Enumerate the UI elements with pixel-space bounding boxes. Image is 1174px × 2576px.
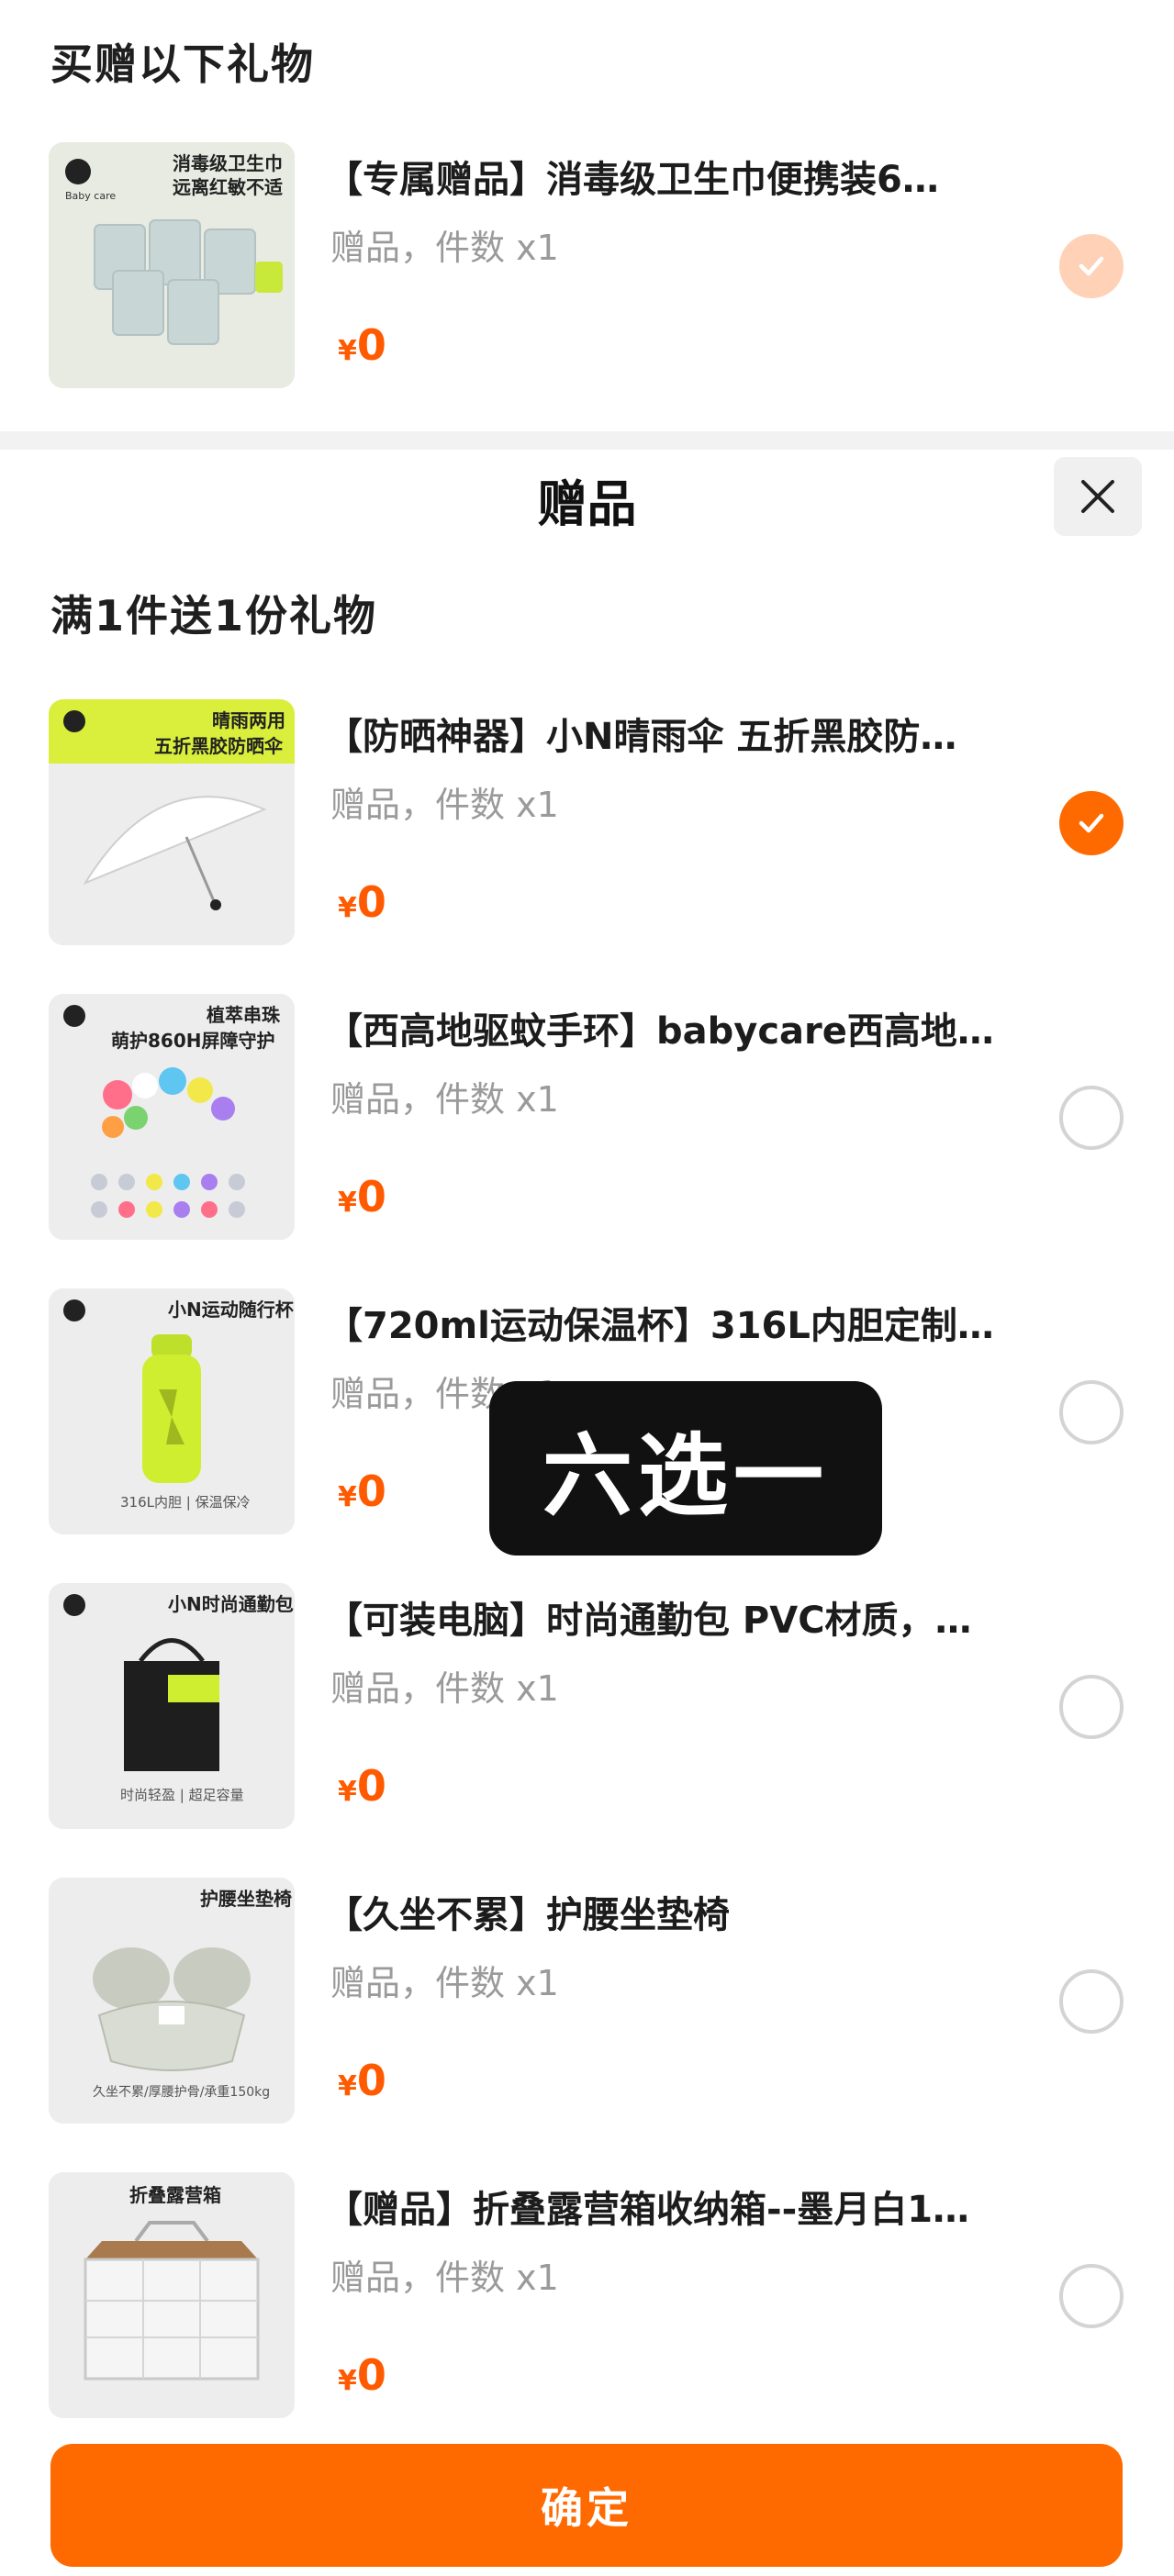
thumb-caption: 小N时尚通勤包 xyxy=(168,1593,294,1615)
selected-check-icon[interactable] xyxy=(1059,791,1124,855)
price-value: 0 xyxy=(356,2056,386,2105)
gift-meta: 赠品，件数 x1 xyxy=(330,228,559,268)
gift-title: 【防晒神器】小N晴雨伞 五折黑胶防… xyxy=(326,716,957,758)
currency-symbol: ¥ xyxy=(338,2070,357,2102)
gift-price: ¥0 xyxy=(338,877,386,927)
gift-price: ¥0 xyxy=(338,320,386,370)
gift-thumbnail: Baby care 消毒级卫生巾 远离红敏不适 xyxy=(49,142,295,388)
thumb-caption: 护腰坐垫椅 xyxy=(200,1888,292,1910)
gift-thumbnail: 折叠露营箱 xyxy=(49,2172,295,2418)
thumb-caption: 植萃串珠 xyxy=(207,1004,281,1026)
unselected-radio-icon[interactable] xyxy=(1059,1675,1124,1739)
price-value: 0 xyxy=(356,1761,386,1811)
thumb-caption: 远离红敏不适 xyxy=(173,176,283,198)
currency-symbol: ¥ xyxy=(338,1776,357,1808)
gift-title: 【久坐不累】护腰坐垫椅 xyxy=(326,1894,730,1936)
unselected-radio-icon[interactable] xyxy=(1059,1086,1124,1150)
gift-price: ¥0 xyxy=(338,1172,386,1221)
gift-price: ¥0 xyxy=(338,2056,386,2105)
gift-title: 【可装电脑】时尚通勤包 PVC材质，… xyxy=(326,1600,972,1642)
gift-option-row[interactable]: 晴雨两用 五折黑胶防晒伞 【防晒神器】小N晴雨伞 五折黑胶防… 赠品，件数 x1… xyxy=(0,699,1174,965)
thumb-caption: 消毒级卫生巾 xyxy=(173,152,283,174)
price-value: 0 xyxy=(356,1466,386,1516)
thumb-caption: 小N运动随行杯 xyxy=(168,1299,294,1321)
gift-thumbnail: 护腰坐垫椅 久坐不累/厚腰护骨/承重150kg xyxy=(49,1878,295,2124)
gift-thumbnail: 小N运动随行杯 316L内胆 | 保温保冷 xyxy=(49,1288,295,1534)
currency-symbol: ¥ xyxy=(338,892,357,924)
section-title: 买赠以下礼物 xyxy=(50,39,315,89)
price-value: 0 xyxy=(356,2350,386,2400)
currency-symbol: ¥ xyxy=(338,2365,357,2397)
currency-symbol: ¥ xyxy=(338,1481,357,1513)
gift-meta: 赠品，件数 x1 xyxy=(330,1079,559,1120)
price-value: 0 xyxy=(356,877,386,927)
section-divider xyxy=(0,431,1174,450)
choose-one-of-six-badge: 六选一 xyxy=(489,1381,882,1556)
brand-text: Baby care xyxy=(65,190,116,202)
gift-option-row[interactable]: 护腰坐垫椅 久坐不累/厚腰护骨/承重150kg 【久坐不累】护腰坐垫椅 赠品，件… xyxy=(0,1878,1174,2144)
thumb-caption: 萌护860H屏障守护 xyxy=(111,1030,275,1052)
thumb-caption: 316L内胆 | 保温保冷 xyxy=(120,1494,251,1511)
gift-thumbnail: 晴雨两用 五折黑胶防晒伞 xyxy=(49,699,295,945)
gift-meta: 赠品，件数 x1 xyxy=(330,785,559,825)
gift-selection-page: 买赠以下礼物 Baby care 消毒级卫生巾 远离红敏不适 【专属赠品】消毒级… xyxy=(0,0,1174,2576)
gift-title: 【赠品】折叠露营箱收纳箱--墨月白1… xyxy=(326,2189,970,2231)
unselected-radio-icon[interactable] xyxy=(1059,2264,1124,2328)
gift-thumbnail: 小N时尚通勤包 时尚轻盈 | 超足容量 xyxy=(49,1583,295,1829)
gift-meta: 赠品，件数 x1 xyxy=(330,1963,559,2003)
close-icon xyxy=(1081,480,1114,513)
price-value: 0 xyxy=(356,1172,386,1221)
currency-symbol: ¥ xyxy=(338,1187,357,1219)
gift-title: 【720ml运动保温杯】316L内胆定制… xyxy=(326,1305,994,1347)
thumb-caption: 晴雨两用 xyxy=(212,709,285,731)
gift-price: ¥0 xyxy=(338,2350,386,2400)
gift-option-row[interactable]: 小N时尚通勤包 时尚轻盈 | 超足容量 【可装电脑】时尚通勤包 PVC材质，… … xyxy=(0,1583,1174,1849)
thumb-caption: 久坐不累/厚腰护骨/承重150kg xyxy=(93,2085,270,2100)
thumb-caption: 时尚轻盈 | 超足容量 xyxy=(120,1787,244,1803)
currency-symbol: ¥ xyxy=(338,335,357,367)
close-button[interactable] xyxy=(1054,457,1142,536)
gift-option-row[interactable]: 植萃串珠 萌护860H屏障守护 【西高地驱蚊手环】babycare西高地… 赠品… xyxy=(0,994,1174,1260)
selected-check-icon[interactable] xyxy=(1059,234,1124,298)
gift-option-row[interactable]: 折叠露营箱 【赠品】折叠露营箱收纳箱--墨月白1… 赠品，件数 x1 ¥0 xyxy=(0,2172,1174,2438)
confirm-button[interactable]: 确定 xyxy=(50,2444,1123,2567)
gift-thumbnail: 植萃串珠 萌护860H屏障守护 xyxy=(49,994,295,1240)
gift-title: 【专属赠品】消毒级卫生巾便携装6… xyxy=(326,159,939,201)
gift-rule-title: 满1件送1份礼物 xyxy=(50,591,378,641)
gift-meta: 赠品，件数 x1 xyxy=(330,1668,559,1709)
purchase-gift-section: 买赠以下礼物 Baby care 消毒级卫生巾 远离红敏不适 【专属赠品】消毒级… xyxy=(0,0,1174,431)
unselected-radio-icon[interactable] xyxy=(1059,1969,1124,2034)
sheet-title: 赠品 xyxy=(537,475,637,533)
gift-price: ¥0 xyxy=(338,1466,386,1516)
gift-item-row[interactable]: Baby care 消毒级卫生巾 远离红敏不适 【专属赠品】消毒级卫生巾便携装6… xyxy=(0,142,1174,408)
gift-price: ¥0 xyxy=(338,1761,386,1811)
unselected-radio-icon[interactable] xyxy=(1059,1380,1124,1444)
thumb-caption: 折叠露营箱 xyxy=(129,2184,221,2206)
gift-meta: 赠品，件数 x1 xyxy=(330,2258,559,2298)
gift-title: 【西高地驱蚊手环】babycare西高地… xyxy=(326,1010,994,1053)
price-value: 0 xyxy=(356,320,386,370)
thumb-caption: 五折黑胶防晒伞 xyxy=(154,735,284,757)
